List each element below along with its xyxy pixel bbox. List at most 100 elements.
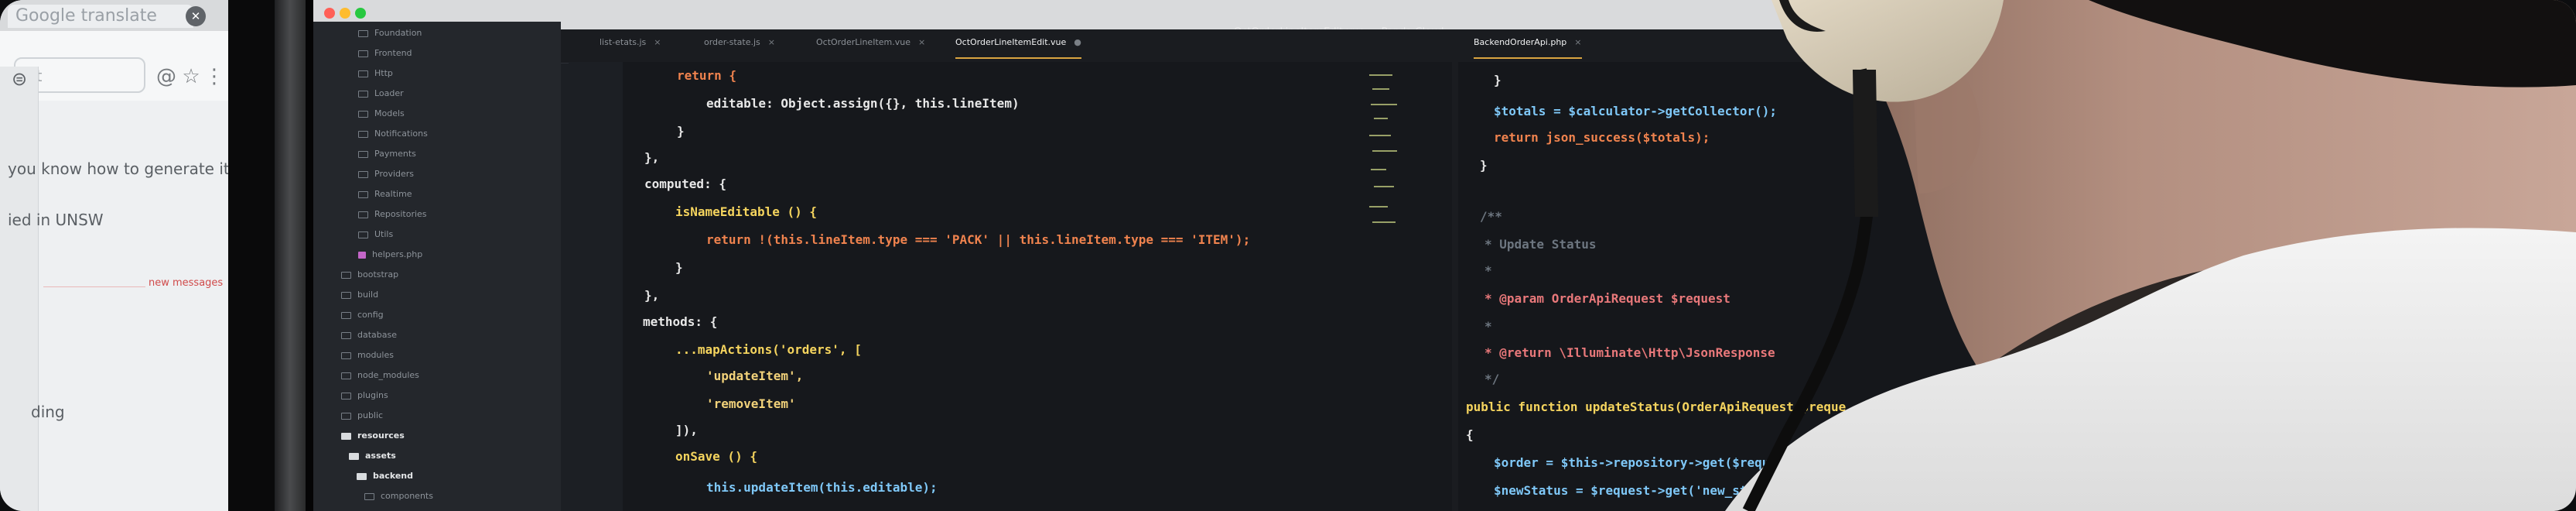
tree-folder-open[interactable]: resources	[341, 430, 405, 448]
folder-icon	[364, 492, 374, 500]
browser-tab[interactable]: Google translate	[8, 5, 193, 28]
tree-folder[interactable]: modules	[341, 350, 394, 367]
code-editor-window: Foundation Frontend Http Loader Models N…	[313, 0, 2023, 511]
tree-folder[interactable]: Utils	[358, 229, 393, 246]
minimize-window-icon[interactable]	[340, 8, 350, 19]
tab-modified-dot-icon[interactable]: ●	[1074, 37, 1081, 47]
code-pane-right[interactable]: } $totals = $calculator->getCollector();…	[1458, 62, 2023, 511]
editor-titlebar	[313, 0, 2023, 29]
code-line: computed: {	[644, 177, 726, 191]
tree-file[interactable]: helpers.php	[358, 249, 422, 266]
folder-icon	[341, 331, 351, 339]
tree-folder[interactable]: Loader	[358, 88, 404, 105]
code-line: }	[1494, 73, 1502, 87]
file-tree-sidebar: Foundation Frontend Http Loader Models N…	[313, 22, 561, 511]
chat-message: you know how to generate it?	[8, 159, 228, 178]
tree-folder-open[interactable]: backend	[357, 471, 413, 488]
tree-folder[interactable]: Repositories	[358, 209, 427, 226]
code-line: ]),	[675, 423, 698, 437]
new-messages-label: new messages	[145, 277, 227, 289]
chat-message: ied in UNSW	[8, 211, 104, 229]
tree-folder[interactable]: node_modules	[341, 370, 419, 387]
minimap-line	[1372, 88, 1389, 90]
right-pane-tab-bar: BackendOrderApi.php ×	[1458, 29, 2023, 63]
tree-folder[interactable]: database	[341, 330, 397, 347]
close-window-icon[interactable]	[324, 8, 335, 19]
tree-folder[interactable]: Payments	[358, 149, 416, 166]
tree-folder[interactable]: Realtime	[358, 189, 412, 206]
browser-tab-close-icon[interactable]: ✕	[186, 6, 206, 26]
code-line: return json_success($totals);	[1494, 130, 1710, 145]
folder-icon	[341, 352, 351, 359]
folder-icon	[358, 190, 368, 198]
code-line: {	[1466, 427, 1474, 442]
code-line: *	[1484, 263, 1492, 278]
code-line: isNameEditable () {	[675, 204, 818, 219]
tab-close-icon[interactable]: ×	[1574, 37, 1581, 47]
code-line: 'removeItem'	[706, 396, 796, 411]
browser-side-strip	[0, 67, 39, 511]
main-monitor: Foundation Frontend Http Loader Models N…	[306, 0, 2031, 511]
folder-icon	[358, 50, 368, 57]
pane-divider[interactable]	[1452, 29, 1458, 511]
code-line: $totals = $calculator->getCollector();	[1494, 104, 1778, 118]
tab-close-icon[interactable]: ×	[918, 37, 925, 47]
tab-close-icon[interactable]: ×	[654, 37, 661, 47]
minimap-line	[1374, 118, 1388, 119]
folder-open-icon	[341, 432, 351, 440]
more-icon[interactable]: ⋮	[203, 65, 226, 88]
folder-icon	[341, 311, 351, 319]
code-line: /**	[1480, 209, 1502, 224]
browser-tab-bar: Google translate ✕	[0, 0, 228, 31]
tree-folder[interactable]: plugins	[341, 390, 388, 407]
minimap-line	[1369, 74, 1392, 76]
tree-folder[interactable]: public	[341, 410, 383, 427]
code-line: return {	[677, 68, 737, 83]
folder-icon	[358, 211, 368, 218]
at-sign-icon[interactable]: @	[155, 65, 178, 88]
tree-folder[interactable]: Foundation	[358, 28, 422, 45]
tree-folder[interactable]: components	[364, 491, 433, 508]
editor-tab[interactable]: OctOrderLineItem.vue ×	[816, 37, 925, 59]
folder-icon	[358, 130, 368, 138]
minimap-line	[1371, 104, 1397, 105]
folder-icon	[358, 231, 368, 238]
star-icon[interactable]: ☆	[179, 65, 203, 88]
line-number-gutter	[569, 62, 623, 511]
code-line: ...mapActions('orders', [	[675, 342, 862, 357]
folder-icon	[341, 291, 351, 299]
monitor-gap	[228, 0, 278, 511]
code-line: methods: {	[643, 314, 718, 329]
editor-tab[interactable]: order-state.js ×	[704, 37, 775, 59]
tree-folder[interactable]: build	[341, 290, 378, 307]
code-minimap[interactable]	[1369, 70, 1400, 240]
code-line: * @return \Illuminate\Http\JsonResponse	[1484, 345, 1775, 360]
code-line: $newStatus = $request->get('new_status')	[1494, 483, 1792, 498]
left-monitor: Google translate ✕ nt @ ☆ ⋮ ⊜ you know h…	[0, 0, 278, 511]
tree-folder[interactable]: Providers	[358, 169, 414, 186]
code-line: 'updateItem',	[706, 369, 804, 383]
profile-icon[interactable]: ⊜	[8, 68, 31, 91]
tree-folder[interactable]: Models	[358, 108, 405, 125]
editor-tab-active[interactable]: OctOrderLineItemEdit.vue ●	[955, 37, 1081, 59]
tree-folder[interactable]: Frontend	[358, 48, 412, 65]
tree-folder[interactable]: Http	[358, 68, 393, 85]
folder-icon	[358, 170, 368, 178]
tree-folder[interactable]: bootstrap	[341, 269, 398, 286]
zoom-window-icon[interactable]	[355, 8, 366, 19]
photo-scene: Google translate ✕ nt @ ☆ ⋮ ⊜ you know h…	[0, 0, 2576, 511]
tab-close-icon[interactable]: ×	[768, 37, 775, 47]
tree-folder[interactable]: Notifications	[358, 129, 428, 146]
code-line: * @param OrderApiRequest $request	[1484, 291, 1730, 306]
code-line: }	[677, 124, 685, 139]
editor-tab-right[interactable]: BackendOrderApi.php ×	[1474, 37, 1582, 59]
background-wall	[1980, 0, 2576, 511]
minimap-line	[1372, 150, 1397, 152]
tree-folder[interactable]: config	[341, 310, 384, 327]
tree-folder-open[interactable]: assets	[349, 451, 396, 468]
editor-tab[interactable]: list-etats.js ×	[600, 37, 661, 59]
minimap-line	[1369, 206, 1388, 207]
code-line: editable: Object.assign({}, this.lineIte…	[706, 96, 1020, 111]
minimap-line	[1369, 135, 1391, 136]
folder-open-icon	[349, 452, 359, 460]
